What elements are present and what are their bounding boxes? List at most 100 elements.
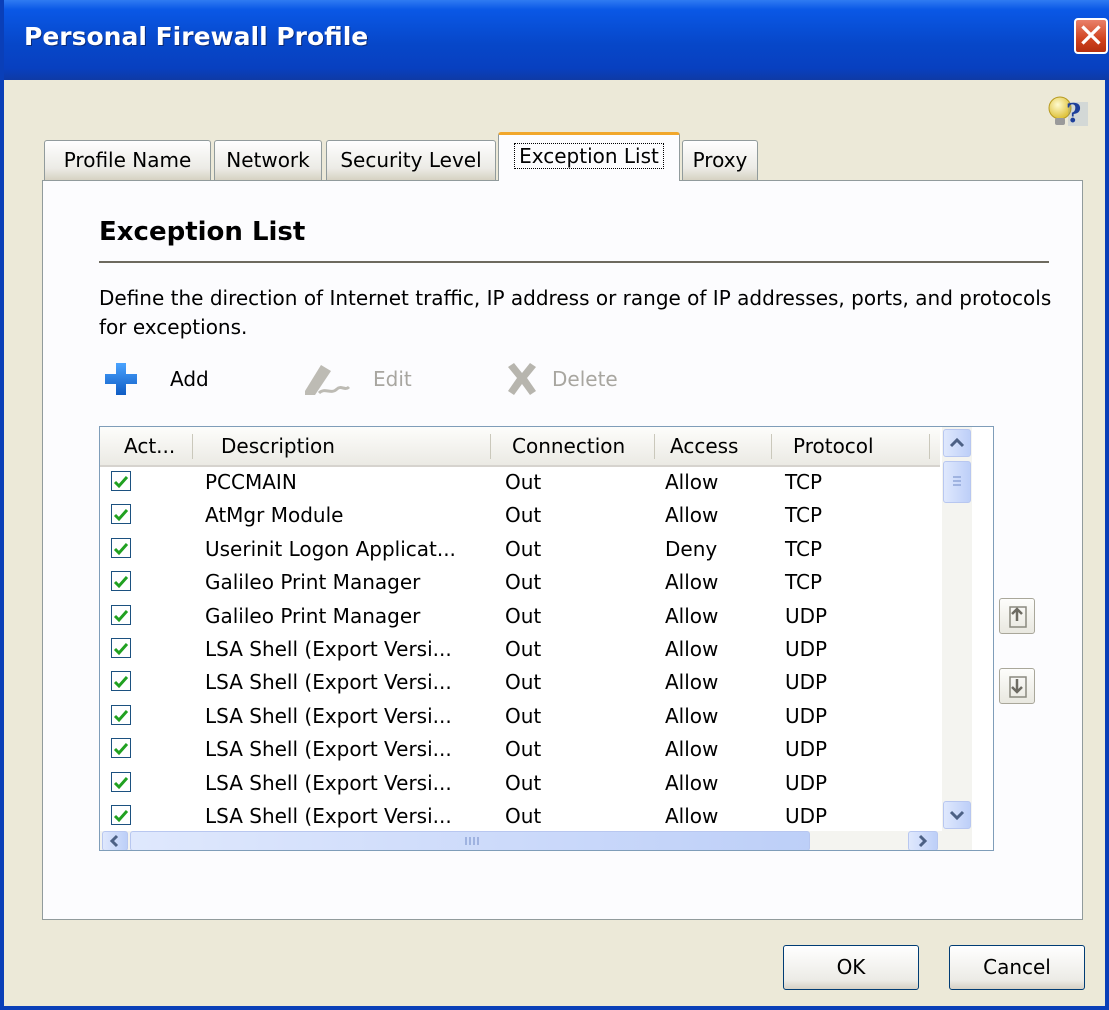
table-row[interactable]: Galileo Print Manager Out Allow TCP xyxy=(100,566,940,599)
checkmark-icon xyxy=(113,476,129,489)
table-row[interactable]: LSA Shell (Export Versi... Out Allow UDP xyxy=(100,666,940,699)
row-connection: Out xyxy=(505,770,542,795)
move-down-button[interactable] xyxy=(999,668,1035,704)
row-access: Allow xyxy=(665,603,719,628)
row-description: Galileo Print Manager xyxy=(205,603,421,628)
horizontal-scroll-thumb[interactable] xyxy=(130,831,810,850)
row-protocol: UDP xyxy=(785,737,828,762)
add-button[interactable]: Add xyxy=(99,361,229,397)
tab-profile-name[interactable]: Profile Name xyxy=(44,140,211,180)
checkmark-icon xyxy=(113,576,129,589)
cancel-button[interactable]: Cancel xyxy=(949,945,1085,990)
row-checkbox[interactable] xyxy=(111,771,131,792)
column-separator[interactable] xyxy=(654,434,655,459)
checkmark-icon xyxy=(113,542,129,555)
column-header-active[interactable]: Act... xyxy=(124,427,175,465)
row-protocol: UDP xyxy=(785,670,828,695)
row-access: Allow xyxy=(665,470,719,494)
row-checkbox[interactable] xyxy=(111,471,131,491)
grip-icon xyxy=(465,837,479,845)
tab-security-level[interactable]: Security Level xyxy=(326,140,496,180)
column-header-connection[interactable]: Connection xyxy=(512,427,625,465)
row-description: AtMgr Module xyxy=(205,503,344,528)
row-connection: Out xyxy=(505,670,542,695)
tab-exception-list[interactable]: Exception List xyxy=(498,132,680,181)
table-row[interactable]: AtMgr Module Out Allow TCP xyxy=(100,499,940,532)
row-access: Allow xyxy=(665,503,719,528)
checkmark-icon xyxy=(113,776,129,789)
row-checkbox[interactable] xyxy=(111,638,131,658)
table-row[interactable]: Galileo Print Manager Out Allow UDP xyxy=(100,600,940,633)
section-description: Define the direction of Internet traffic… xyxy=(99,286,1052,339)
vertical-scrollbar[interactable] xyxy=(942,427,972,831)
row-checkbox[interactable] xyxy=(111,738,131,759)
column-separator[interactable] xyxy=(192,434,193,459)
plus-icon xyxy=(105,363,137,395)
row-access: Allow xyxy=(665,570,719,595)
row-protocol: TCP xyxy=(785,570,823,595)
tab-label: Profile Name xyxy=(63,148,192,172)
checkmark-icon xyxy=(113,709,129,722)
delete-x-icon xyxy=(508,363,536,395)
table-row[interactable]: LSA Shell (Export Versi... Out Allow UDP xyxy=(100,733,940,766)
scroll-right-button[interactable] xyxy=(908,831,938,850)
row-description: LSA Shell (Export Versi... xyxy=(205,703,452,728)
move-up-button[interactable] xyxy=(999,598,1035,634)
exception-list[interactable]: Act... Description Connection Access Pro… xyxy=(99,426,994,851)
table-row[interactable]: PCCMAIN Out Allow TCP xyxy=(100,466,940,499)
list-header: Act... Description Connection Access Pro… xyxy=(100,427,940,467)
column-header-access[interactable]: Access xyxy=(670,427,738,465)
title-bar[interactable]: Personal Firewall Profile ✕ xyxy=(4,0,1109,80)
row-connection: Out xyxy=(505,703,542,728)
checkmark-icon xyxy=(113,810,129,823)
row-access: Allow xyxy=(665,703,719,728)
table-row[interactable]: Userinit Logon Applicat... Out Deny TCP xyxy=(100,533,940,566)
scroll-down-button[interactable] xyxy=(943,801,971,829)
row-connection: Out xyxy=(505,804,542,828)
edit-button[interactable]: Edit xyxy=(301,361,421,397)
row-connection: Out xyxy=(505,570,542,595)
section-divider xyxy=(99,261,1049,263)
column-separator[interactable] xyxy=(771,434,772,459)
table-row[interactable]: LSA Shell (Export Versi... Out Allow UDP xyxy=(100,767,940,800)
row-checkbox[interactable] xyxy=(111,604,131,625)
help-icon[interactable]: ? xyxy=(1046,92,1092,132)
table-row[interactable]: LSA Shell (Export Versi... Out Allow UDP xyxy=(100,700,940,733)
row-description: PCCMAIN xyxy=(205,470,297,494)
horizontal-scrollbar[interactable] xyxy=(100,831,972,850)
column-separator[interactable] xyxy=(490,434,491,459)
scroll-thumb[interactable] xyxy=(943,461,971,503)
pencil-icon xyxy=(305,365,351,395)
table-row[interactable]: LSA Shell (Export Versi... Out Allow UDP xyxy=(100,800,940,833)
tab-network[interactable]: Network xyxy=(214,140,322,180)
scroll-left-button[interactable] xyxy=(102,831,128,850)
checkmark-icon xyxy=(113,676,129,689)
row-checkbox[interactable] xyxy=(111,671,131,692)
row-description: LSA Shell (Export Versi... xyxy=(205,804,452,828)
delete-button[interactable]: Delete xyxy=(504,361,644,397)
scroll-up-button[interactable] xyxy=(943,429,971,457)
tab-proxy[interactable]: Proxy xyxy=(682,140,758,180)
move-down-icon xyxy=(1009,676,1027,698)
checkmark-icon xyxy=(113,743,129,756)
ok-button[interactable]: OK xyxy=(783,945,919,990)
row-checkbox[interactable] xyxy=(111,504,131,525)
row-connection: Out xyxy=(505,737,542,762)
svg-text:?: ? xyxy=(1066,99,1081,129)
row-checkbox[interactable] xyxy=(111,805,131,825)
column-header-protocol[interactable]: Protocol xyxy=(793,427,874,465)
row-checkbox[interactable] xyxy=(111,704,131,725)
row-protocol: TCP xyxy=(785,536,823,561)
row-access: Allow xyxy=(665,770,719,795)
column-separator[interactable] xyxy=(929,434,930,459)
column-header-description[interactable]: Description xyxy=(221,427,335,465)
table-row[interactable]: LSA Shell (Export Versi... Out Allow UDP xyxy=(100,633,940,666)
row-checkbox[interactable] xyxy=(111,571,131,592)
add-label: Add xyxy=(170,367,209,391)
grip-icon xyxy=(953,476,961,486)
row-access: Deny xyxy=(665,536,718,561)
dialog-window: Personal Firewall Profile ✕ ? Profile Na… xyxy=(0,0,1109,1010)
row-checkbox[interactable] xyxy=(111,537,131,558)
row-protocol: UDP xyxy=(785,703,828,728)
close-button[interactable]: ✕ xyxy=(1074,16,1108,55)
